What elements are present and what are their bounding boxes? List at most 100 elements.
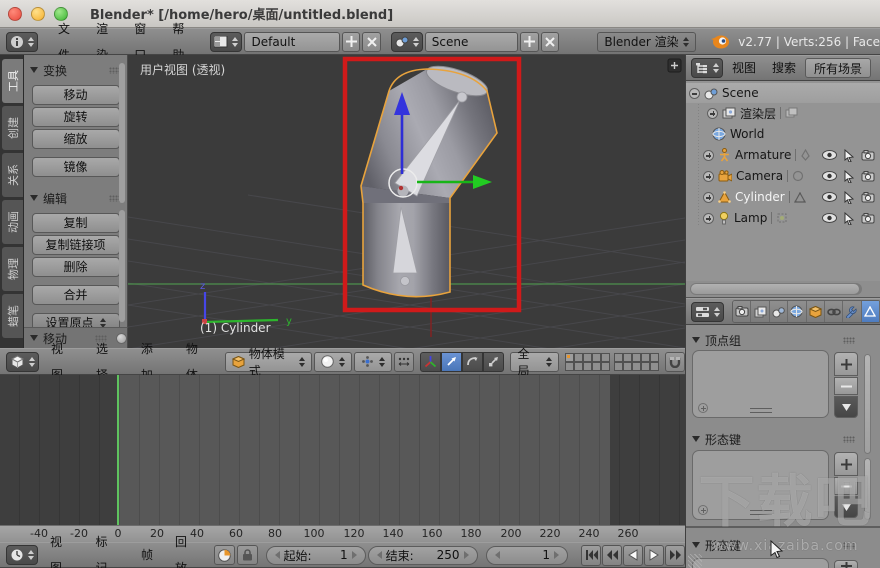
menu-view[interactable]: 视图 <box>40 529 83 568</box>
display-filter-select[interactable]: 所有场景 <box>805 58 872 78</box>
add-item-icon[interactable] <box>698 403 708 413</box>
scene-name-field[interactable]: Scene <box>424 31 519 52</box>
collapse-icon[interactable] <box>689 87 700 99</box>
outliner-row-camera[interactable]: Camera <box>686 166 880 186</box>
menu-marker[interactable]: 标记 <box>85 529 128 568</box>
visibility-eye-icon[interactable] <box>822 213 837 223</box>
time-sync-toggle[interactable] <box>214 545 235 565</box>
expand-icon[interactable] <box>703 191 714 203</box>
region-expand-button[interactable] <box>667 58 682 73</box>
outliner-horizontal-scrollbar[interactable] <box>690 283 862 295</box>
rotate-button[interactable]: 旋转 <box>31 107 120 127</box>
translate-button[interactable]: 移动 <box>31 85 120 105</box>
renderability-camera-icon[interactable] <box>861 149 875 161</box>
frame-start-field[interactable]: 起始: 1 <box>265 545 366 565</box>
visibility-eye-icon[interactable] <box>822 150 837 160</box>
menu-playback[interactable]: 回放 <box>165 529 208 568</box>
current-frame-field[interactable]: 1 <box>485 545 568 565</box>
tab-animation[interactable]: 动画 <box>2 200 23 244</box>
shape-keys-list[interactable] <box>692 450 829 520</box>
previous-keyframe-button[interactable] <box>602 544 622 566</box>
duplicate-button[interactable]: 复制 <box>31 213 120 233</box>
tab-object-data[interactable] <box>861 301 880 322</box>
outliner-row-render-layers[interactable]: 渲染层 <box>686 103 880 123</box>
tab-object[interactable] <box>806 301 825 322</box>
jump-to-start-button[interactable] <box>581 544 601 566</box>
properties-scrollbar[interactable] <box>864 458 871 520</box>
tab-modifiers[interactable] <box>843 301 862 322</box>
layer-switcher[interactable] <box>564 352 659 371</box>
expand-icon[interactable] <box>707 107 718 119</box>
render-layer-data-icon[interactable] <box>785 107 798 119</box>
editor-type-selector[interactable] <box>691 301 724 322</box>
screen-layout-field[interactable]: Default <box>244 31 340 52</box>
expand-icon[interactable] <box>703 212 714 224</box>
shape-key-add-button[interactable] <box>834 452 858 476</box>
menu-frame[interactable]: 帧 <box>131 542 163 568</box>
renderability-camera-icon[interactable] <box>861 212 875 224</box>
close-window-button[interactable] <box>8 6 22 21</box>
frame-end-field[interactable]: 结束: 250 <box>367 545 478 565</box>
vertex-group-specials-menu[interactable] <box>834 396 858 418</box>
visibility-eye-icon[interactable] <box>822 171 837 181</box>
current-frame-playhead[interactable] <box>117 375 119 525</box>
armature-data-icon[interactable] <box>800 149 811 161</box>
tab-physics[interactable]: 物理 <box>2 247 23 291</box>
vertex-group-remove-button[interactable] <box>834 377 858 395</box>
shape-key-add-button-2[interactable] <box>834 560 858 568</box>
drag-dots-icon[interactable] <box>843 336 855 344</box>
minimize-window-button[interactable] <box>31 6 45 21</box>
duplicate-linked-button[interactable]: 复制链接项 <box>31 235 120 255</box>
add-item-icon[interactable] <box>698 505 708 515</box>
outliner-row-world[interactable]: World <box>686 124 880 144</box>
resize-grab-icon[interactable] <box>749 408 772 413</box>
editor-type-selector[interactable] <box>6 351 39 372</box>
add-scene-button[interactable] <box>520 31 539 52</box>
editor-type-selector[interactable] <box>691 58 723 78</box>
expand-icon[interactable] <box>703 170 714 182</box>
properties-scrollbar[interactable] <box>864 354 871 454</box>
resize-grab-icon[interactable] <box>749 510 772 515</box>
tab-world[interactable] <box>788 301 807 322</box>
viewport-3d[interactable]: z y 用户视图 (透视) (1) Cylinder <box>128 55 685 348</box>
manipulator-scale-button[interactable] <box>483 351 505 372</box>
delete-layout-button[interactable] <box>362 31 381 52</box>
vertex-groups-panel-header[interactable]: 顶点组 <box>686 331 861 349</box>
menu-view[interactable]: 视图 <box>725 55 763 81</box>
shape-key-remove-button[interactable] <box>834 477 858 495</box>
camera-data-icon[interactable] <box>792 170 804 182</box>
manipulator-translate-button[interactable] <box>441 351 463 372</box>
snap-toggle-button[interactable] <box>664 351 685 372</box>
vertex-group-add-button[interactable] <box>834 352 858 376</box>
manipulator-rotate-button[interactable] <box>462 351 484 372</box>
manipulate-center-points-button[interactable] <box>394 351 415 372</box>
mode-select[interactable]: 物体模式 <box>224 347 313 378</box>
screen-layout-icon-button[interactable] <box>210 31 243 52</box>
tab-scene[interactable] <box>769 301 789 322</box>
outliner-row-scene[interactable]: Scene <box>686 83 880 103</box>
x-axis-dot[interactable] <box>398 185 404 191</box>
mirror-button[interactable]: 镜像 <box>31 157 120 177</box>
mesh-data-icon[interactable] <box>793 191 806 203</box>
pivot-center-select[interactable] <box>354 351 393 372</box>
region-corner-grip[interactable] <box>688 554 702 568</box>
tab-relations[interactable]: 关系 <box>2 153 23 197</box>
panel-transform-header[interactable]: 变换 <box>24 61 127 79</box>
tab-create[interactable]: 创建 <box>2 106 23 150</box>
scene-icon-button[interactable] <box>390 31 423 52</box>
tab-constraints[interactable] <box>824 301 844 322</box>
toolshelf-scrollbar[interactable] <box>119 210 125 322</box>
add-layout-button[interactable] <box>341 31 361 52</box>
delete-scene-button[interactable] <box>540 31 560 52</box>
outliner-row-cylinder[interactable]: Cylinder <box>686 187 880 207</box>
lamp-data-icon[interactable] <box>776 212 788 224</box>
renderability-camera-icon[interactable] <box>861 191 875 203</box>
shape-keys-list-2[interactable] <box>692 558 829 568</box>
selectability-cursor-icon[interactable] <box>844 190 854 204</box>
expand-icon[interactable] <box>703 149 714 161</box>
tab-grease-pencil[interactable]: 蜡笔 <box>2 294 23 338</box>
play-button[interactable] <box>644 544 664 566</box>
delete-button[interactable]: 删除 <box>31 257 120 277</box>
outliner-row-armature[interactable]: Armature <box>686 145 880 165</box>
selectability-cursor-icon[interactable] <box>844 211 854 225</box>
